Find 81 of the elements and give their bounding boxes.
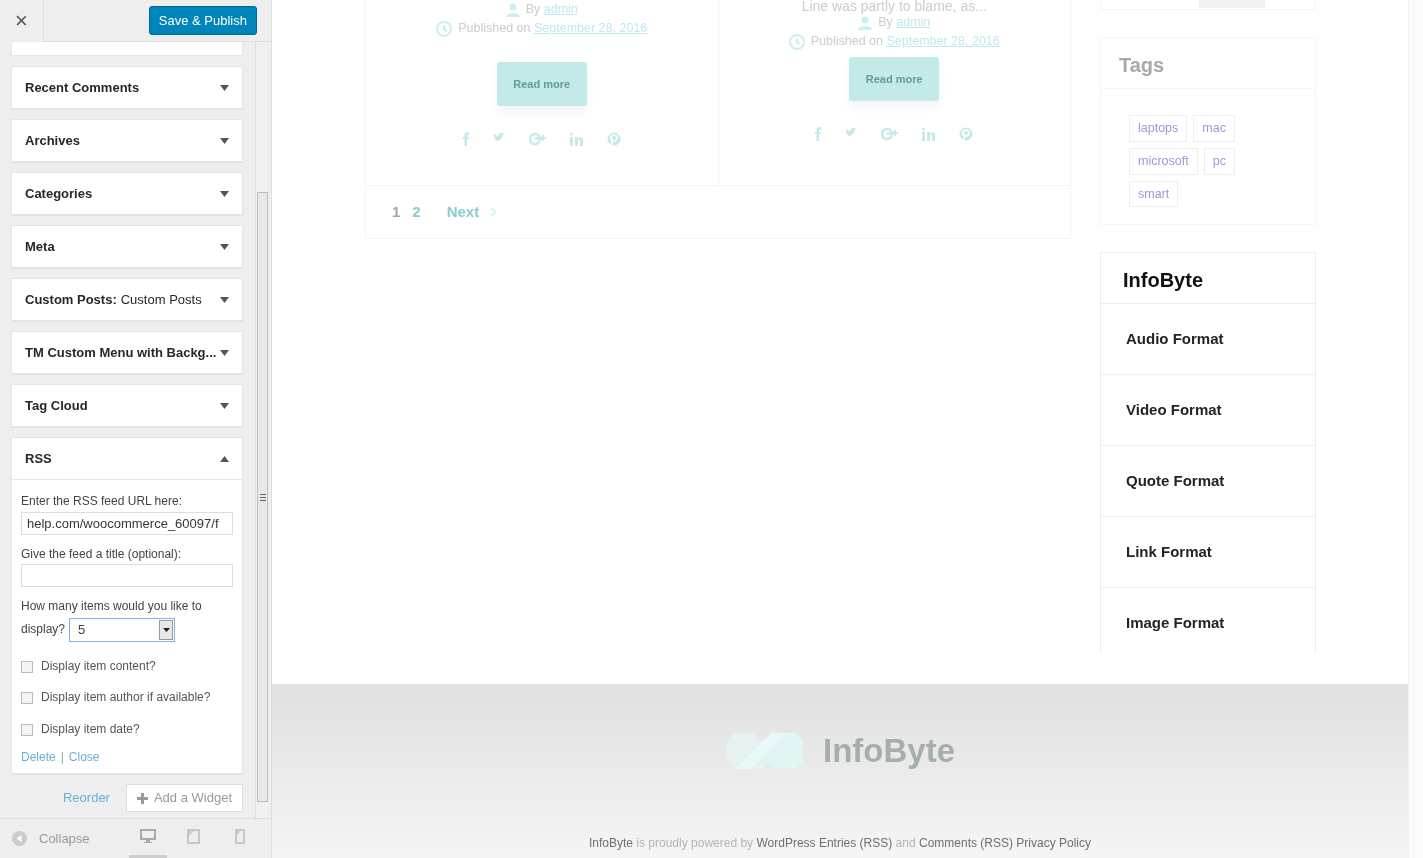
widget-title[interactable]: RSS [25,448,52,469]
title-field[interactable] [21,564,233,588]
footer-link[interactable]: Comments (RSS) [919,835,1013,850]
format-link[interactable]: Image Format [1126,612,1225,635]
widget-title[interactable]: TM Custom Menu with Backg... [25,342,217,363]
checkbox-label: Display item content? [41,658,156,675]
format-link[interactable]: Audio Format [1126,327,1224,351]
social-icon[interactable] [922,127,936,141]
close-link[interactable]: Close [68,749,100,764]
save-publish-button[interactable]: Save & Publish [148,5,257,36]
format-link[interactable]: Quote Format [1126,469,1225,493]
collapse-label[interactable]: Collapse [39,828,90,849]
add-widget-button[interactable]: Add a Widget [125,784,243,812]
delete-link[interactable]: Delete [21,749,56,764]
scrollbar[interactable] [255,42,269,818]
collapse-arrow-icon[interactable] [220,455,229,462]
url-field[interactable]: help.com/woocommerce_60097/f [21,511,233,535]
expand-arrow-icon[interactable] [220,296,229,303]
clock-icon [788,33,805,50]
tag-link[interactable]: mac [1193,115,1235,142]
person-icon [858,15,873,30]
social-icon[interactable] [569,132,583,146]
checkbox-label: Display item date? [41,721,140,738]
dropdown-arrow-icon [162,627,170,632]
checkbox[interactable] [21,660,33,673]
social-icon[interactable] [815,127,822,141]
checkbox-label: Display item author if available? [41,690,211,706]
expand-arrow-icon[interactable] [220,137,229,144]
widget-title[interactable]: Categories [25,183,93,204]
widget-title[interactable]: Recent Comments [25,77,140,98]
logo-text: InfoByte [823,731,955,771]
field-label: display? [21,621,66,636]
expand-arrow-icon[interactable] [220,349,229,356]
page-link[interactable]: 1 [392,200,401,224]
expand-arrow-icon[interactable] [220,84,229,91]
field-label: Enter the RSS feed URL here: [21,494,183,510]
tag-link[interactable]: pc [1203,147,1235,175]
plus-icon [136,792,148,804]
close-button[interactable]: × [0,0,44,42]
mobile-icon [232,829,248,844]
widget-heading: Tags [1101,38,1315,89]
tag-link[interactable]: laptops [1129,115,1188,142]
collapse-icon[interactable] [12,831,27,846]
clock-icon [436,20,453,37]
expand-arrow-icon[interactable] [220,243,229,250]
format-link[interactable]: Video Format [1126,398,1222,422]
footer-text: is proudly powered by [636,835,754,850]
grip-icon [259,493,266,501]
widget-title[interactable]: Meta [25,236,55,257]
tag-link[interactable]: smart [1129,180,1179,208]
widget-heading: InfoByte [1101,253,1315,304]
footer-link[interactable]: InfoByte [588,835,633,850]
tag-link[interactable]: microsoft [1129,147,1198,175]
widget-title[interactable]: Tag Cloud [25,395,88,416]
social-icon[interactable] [881,127,899,141]
field-label: How many items would you like to [21,599,203,615]
widget-title[interactable]: Custom Posts: [25,289,117,310]
social-icon[interactable] [462,132,469,146]
social-icon[interactable] [528,132,546,146]
footer-text: and [895,835,916,850]
social-icon[interactable] [606,132,621,146]
checkbox[interactable] [21,692,33,705]
items-select[interactable]: 5 [69,617,176,642]
social-icon[interactable] [959,127,974,141]
footer-link[interactable]: Privacy Policy [1016,835,1092,850]
field-label: Give the feed a title (optional): [21,546,183,563]
footer-link[interactable]: Entries (RSS) [818,835,893,850]
widget-title[interactable]: Archives [25,130,80,151]
widget-instance-title: Custom Posts [120,290,202,309]
desktop-icon [140,829,156,844]
checkbox[interactable] [21,723,33,736]
tablet-icon [186,829,202,844]
format-link[interactable]: Link Format [1126,540,1212,564]
footer-link[interactable]: WordPress [756,835,816,850]
expand-arrow-icon[interactable] [220,402,229,409]
separator: | [60,749,64,764]
read-more-button[interactable]: Read more [849,57,940,101]
read-more-button[interactable]: Read more [496,62,587,106]
person-icon [505,2,520,17]
chevron-right-icon[interactable] [491,208,497,216]
expand-arrow-icon[interactable] [220,190,229,197]
